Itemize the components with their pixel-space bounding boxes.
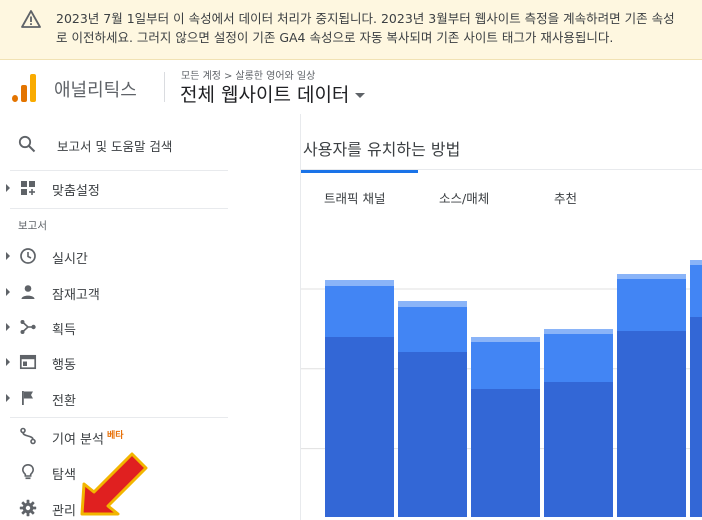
sidebar-item-audience[interactable]: 잠재고객 <box>0 276 260 308</box>
tab-source-medium[interactable]: 소스/매체 <box>439 188 489 207</box>
traffic-bar-chart <box>301 260 702 517</box>
search-label: 보고서 및 도움말 검색 <box>57 139 173 154</box>
red-arrow-icon <box>80 452 148 516</box>
bar-segment[interactable] <box>471 342 540 389</box>
bar-segment[interactable] <box>325 286 394 337</box>
expand-arrow-icon[interactable] <box>6 252 10 260</box>
warning-icon <box>21 10 41 28</box>
bar-segment[interactable] <box>398 307 467 352</box>
caret-down-icon <box>355 93 366 98</box>
beta-badge: 베타 <box>106 431 124 441</box>
sidebar-item-label: 행동 <box>52 358 76 373</box>
sidebar-item-label: 관리 <box>52 504 76 519</box>
expand-arrow-icon[interactable] <box>6 184 10 192</box>
banner-message: 2023년 7월 1일부터 이 속성에서 데이터 처리가 중지됩니다. 2023… <box>56 9 702 47</box>
acquisition-card: 사용자를 유치하는 방법 트래픽 채널 소스/매체 추천 <box>300 114 702 520</box>
bar-segment[interactable] <box>325 337 394 517</box>
sidebar-item-realtime[interactable]: 실시간 <box>0 240 260 272</box>
tab-referrals[interactable]: 추천 <box>554 188 577 207</box>
attribution-icon <box>20 427 36 445</box>
lightbulb-icon <box>21 463 35 480</box>
app-header: 애널리틱스 모든 계정 > 살롱한 영어와 일상 전체 웹사이트 데이터 <box>0 60 702 114</box>
acquisition-icon <box>20 320 36 334</box>
property-selector[interactable]: 전체 웹사이트 데이터 <box>180 80 366 107</box>
clock-icon <box>20 248 36 264</box>
sidebar-item-label: 기여 분석 <box>52 432 104 448</box>
bar-segment[interactable] <box>690 265 702 317</box>
bar-segment[interactable] <box>617 331 686 517</box>
banner-line-2: 로 이전하세요. 그러지 않으면 설정이 기존 GA4 속성으로 자동 복사되며… <box>56 30 614 45</box>
person-icon <box>21 285 35 299</box>
bar-segment[interactable] <box>544 382 613 517</box>
search-reports[interactable]: 보고서 및 도움말 검색 <box>0 126 300 162</box>
attribution-label-group: 기여 분석 베타 <box>52 428 124 447</box>
expand-arrow-icon[interactable] <box>6 394 10 402</box>
behavior-icon <box>19 354 37 370</box>
expand-arrow-icon[interactable] <box>6 323 10 331</box>
sidebar-item-label: 실시간 <box>52 252 88 267</box>
sidebar-divider <box>10 170 228 171</box>
card-title: 사용자를 유치하는 방법 <box>303 140 461 159</box>
gear-icon <box>19 499 37 517</box>
sidebar-item-label: 맞춤설정 <box>52 184 100 199</box>
bar-segment[interactable] <box>544 329 613 334</box>
section-label-reports: 보고서 <box>18 220 47 232</box>
sidebar-item-label: 탐색 <box>52 468 76 483</box>
sidebar-divider <box>10 208 228 209</box>
dashboard-add-icon <box>21 181 35 195</box>
property-title: 전체 웹사이트 데이터 <box>180 84 350 106</box>
bar-segment[interactable] <box>325 280 394 286</box>
header-divider <box>164 72 165 102</box>
sidebar-item-label: 잠재고객 <box>52 288 100 303</box>
deprecation-banner: 2023년 7월 1일부터 이 속성에서 데이터 처리가 중지됩니다. 2023… <box>0 0 702 60</box>
sidebar-item-customization[interactable]: 맞춤설정 <box>0 172 260 204</box>
active-tab-indicator <box>301 170 418 173</box>
bar-segment[interactable] <box>617 279 686 331</box>
app-name: 애널리틱스 <box>54 80 137 101</box>
bar-segment[interactable] <box>690 317 702 517</box>
sidebar-item-label: 전환 <box>52 394 76 409</box>
search-icon <box>18 135 36 153</box>
analytics-logo-icon[interactable] <box>12 74 36 102</box>
bar-segment[interactable] <box>471 389 540 517</box>
bar-segment[interactable] <box>471 337 540 342</box>
sidebar-divider <box>10 417 228 418</box>
bar-segment[interactable] <box>617 274 686 279</box>
expand-arrow-icon[interactable] <box>6 288 10 296</box>
banner-line-1: 2023년 7월 1일부터 이 속성에서 데이터 처리가 중지됩니다. 2023… <box>56 11 675 26</box>
sidebar-item-acquisition[interactable]: 획득 <box>0 311 260 343</box>
flag-icon <box>22 391 33 405</box>
tab-traffic-channel[interactable]: 트래픽 채널 <box>324 188 385 207</box>
sidebar-item-conversions[interactable]: 전환 <box>0 382 260 414</box>
bar-segment[interactable] <box>398 352 467 517</box>
sidebar-item-label: 획득 <box>52 323 76 338</box>
expand-arrow-icon[interactable] <box>6 358 10 366</box>
bar-segment[interactable] <box>398 301 467 307</box>
bar-segment[interactable] <box>544 334 613 382</box>
sidebar-item-behavior[interactable]: 행동 <box>0 346 260 378</box>
bar-segment[interactable] <box>690 260 702 265</box>
